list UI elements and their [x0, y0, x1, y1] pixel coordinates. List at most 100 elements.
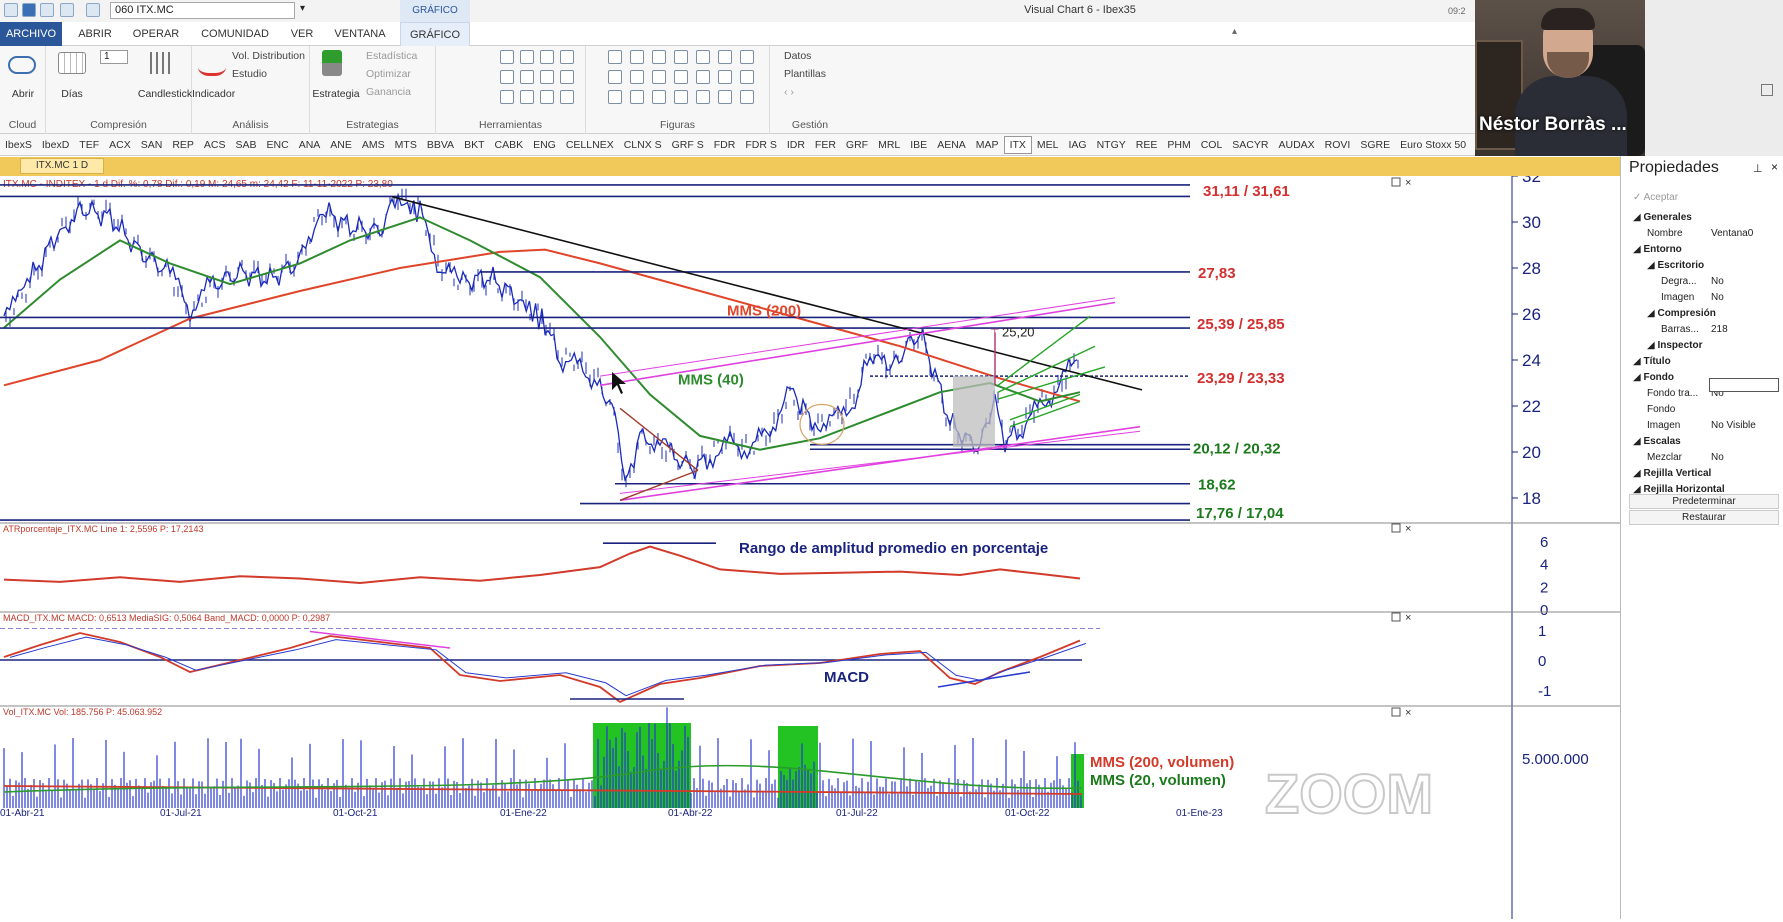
line-figure-icon[interactable]: [608, 50, 622, 64]
property-row[interactable]: ◢ Escritorio: [1621, 258, 1783, 274]
gann-figure-icon[interactable]: [718, 70, 732, 84]
property-row[interactable]: Degra... No: [1621, 274, 1783, 290]
diamond-figure-icon[interactable]: [674, 50, 688, 64]
triangle-figure-icon[interactable]: [718, 90, 732, 104]
symbol-item[interactable]: SGRE: [1355, 134, 1395, 155]
tab-grafico[interactable]: GRÁFICO: [400, 22, 470, 46]
symbol-item[interactable]: ACX: [104, 134, 136, 155]
candlestick-button[interactable]: Candlestick: [130, 88, 200, 100]
zoom-tool-icon[interactable]: [560, 50, 574, 64]
tab-ventana[interactable]: VENTANA: [330, 22, 390, 46]
symbol-item[interactable]: IBE: [905, 134, 932, 155]
trend-figure-icon[interactable]: [608, 70, 622, 84]
arrow-down-figure-icon[interactable]: [740, 70, 754, 84]
fibo-figure-icon[interactable]: [718, 50, 732, 64]
accept-button[interactable]: ✓ Aceptar: [1633, 192, 1678, 203]
lock-tool-icon[interactable]: [520, 90, 534, 104]
property-row[interactable]: ◢ Entorno: [1621, 242, 1783, 258]
symbol-item[interactable]: SAN: [136, 134, 168, 155]
symbol-item[interactable]: IbexD: [37, 134, 74, 155]
property-row[interactable]: Imagen No Visible: [1621, 418, 1783, 434]
property-row[interactable]: Nombre Ventana0: [1621, 226, 1783, 242]
estudio-button[interactable]: Estudio: [232, 68, 267, 80]
pitchfork-figure-icon[interactable]: [696, 70, 710, 84]
plantillas-button[interactable]: Plantillas: [784, 68, 826, 80]
symbol-item[interactable]: AMS: [357, 134, 390, 155]
tab-abrir[interactable]: ABRIR: [70, 22, 120, 46]
maximize-icon[interactable]: [1761, 84, 1773, 96]
plus-figure-icon[interactable]: [652, 70, 666, 84]
cross-figure-icon[interactable]: [630, 70, 644, 84]
property-row[interactable]: Imagen No: [1621, 290, 1783, 306]
symbol-item[interactable]: PHM: [1162, 134, 1195, 155]
symbol-item[interactable]: IbexS: [0, 134, 37, 155]
restaurar-button[interactable]: Restaurar: [1629, 510, 1779, 525]
symbol-item[interactable]: ROVI: [1320, 134, 1356, 155]
close-panel-icon[interactable]: ×: [1771, 160, 1778, 174]
pin-panel-icon[interactable]: ⊥: [1753, 162, 1763, 175]
vol-distribution-button[interactable]: Vol. Distribution: [232, 50, 305, 62]
symbol-item[interactable]: IDR: [782, 134, 810, 155]
grid-tool-icon[interactable]: [540, 50, 554, 64]
optimizar-button[interactable]: Optimizar: [366, 68, 411, 80]
estadistica-button[interactable]: Estadística: [366, 50, 417, 62]
predeterminar-button[interactable]: Predeterminar: [1629, 494, 1779, 509]
symbol-item[interactable]: SACYR: [1227, 134, 1273, 155]
symbol-item[interactable]: NTGY: [1092, 134, 1131, 155]
tool-icon[interactable]: [40, 3, 54, 17]
tab-ver[interactable]: VER: [284, 22, 320, 46]
toolbar-icon[interactable]: [4, 3, 18, 17]
chart-area[interactable]: ITX.MC - INDITEX - 1 d Dif. %: 0,78 Dif.…: [0, 167, 1620, 919]
symbol-item[interactable]: ENG: [528, 134, 561, 155]
indicador-button[interactable]: Indicador: [192, 88, 235, 100]
compression-value-field[interactable]: 1: [100, 50, 128, 64]
symbol-selector[interactable]: 060 ITX.MC: [110, 2, 295, 19]
ray-figure-icon[interactable]: [630, 50, 644, 64]
symbol-item[interactable]: MAP: [971, 134, 1004, 155]
ganancia-button[interactable]: Ganancia: [366, 86, 411, 98]
tab-archivo[interactable]: ARCHIVO: [0, 22, 62, 46]
symbol-item[interactable]: AENA: [932, 134, 971, 155]
copy-tool-icon[interactable]: [560, 90, 574, 104]
symbol-item[interactable]: BBVA: [422, 134, 459, 155]
symbol-item[interactable]: REP: [167, 134, 199, 155]
symbol-item[interactable]: GRF S: [667, 134, 709, 155]
dias-button[interactable]: Días: [50, 88, 94, 100]
hand-tool-icon[interactable]: [560, 70, 574, 84]
crosshair-tool-icon[interactable]: [500, 90, 514, 104]
property-row[interactable]: ◢ Rejilla Vertical: [1621, 466, 1783, 482]
tab-operar[interactable]: OPERAR: [130, 22, 182, 46]
tab-comunidad[interactable]: COMUNIDAD: [196, 22, 274, 46]
estrategia-button[interactable]: Estrategia: [310, 88, 362, 100]
chart-svg[interactable]: ITX.MC - INDITEX - 1 d Dif. %: 0,78 Dif.…: [0, 167, 1620, 919]
symbol-item[interactable]: MTS: [390, 134, 422, 155]
symbol-item[interactable]: GRF: [841, 134, 873, 155]
symbol-item[interactable]: MRL: [873, 134, 905, 155]
chart-document-tab[interactable]: ITX.MC 1 D: [20, 158, 104, 174]
symbol-item[interactable]: CABK: [489, 134, 528, 155]
symbol-item[interactable]: COL: [1196, 134, 1228, 155]
property-row[interactable]: ◢ Generales: [1621, 210, 1783, 226]
symbol-item[interactable]: CLNX S: [619, 134, 667, 155]
channel-figure-icon[interactable]: [696, 50, 710, 64]
symbol-item[interactable]: TEF: [74, 134, 104, 155]
regression-figure-icon[interactable]: [696, 90, 710, 104]
symbol-item[interactable]: MEL: [1032, 134, 1064, 155]
table-tool-icon[interactable]: [500, 70, 514, 84]
property-row[interactable]: ◢ Compresión: [1621, 306, 1783, 322]
dropdown-chevron-icon[interactable]: ▾: [300, 3, 305, 14]
arc-figure-icon[interactable]: [630, 90, 644, 104]
symbol-item[interactable]: CELLNEX: [561, 134, 619, 155]
new-chart-icon[interactable]: [86, 3, 100, 17]
nav-arrows-icon[interactable]: ‹ ›: [784, 86, 794, 98]
text-tool-icon[interactable]: [540, 70, 554, 84]
symbol-item[interactable]: SAB: [231, 134, 262, 155]
symbol-item[interactable]: ANE: [325, 134, 357, 155]
symbol-item[interactable]: ENC: [262, 134, 294, 155]
wave-figure-icon[interactable]: [608, 90, 622, 104]
save-icon[interactable]: [60, 3, 74, 17]
arrow-up-figure-icon[interactable]: [740, 50, 754, 64]
property-row[interactable]: Barras... 218: [1621, 322, 1783, 338]
property-row[interactable]: Mezclar No: [1621, 450, 1783, 466]
datos-button[interactable]: Datos: [784, 50, 811, 62]
